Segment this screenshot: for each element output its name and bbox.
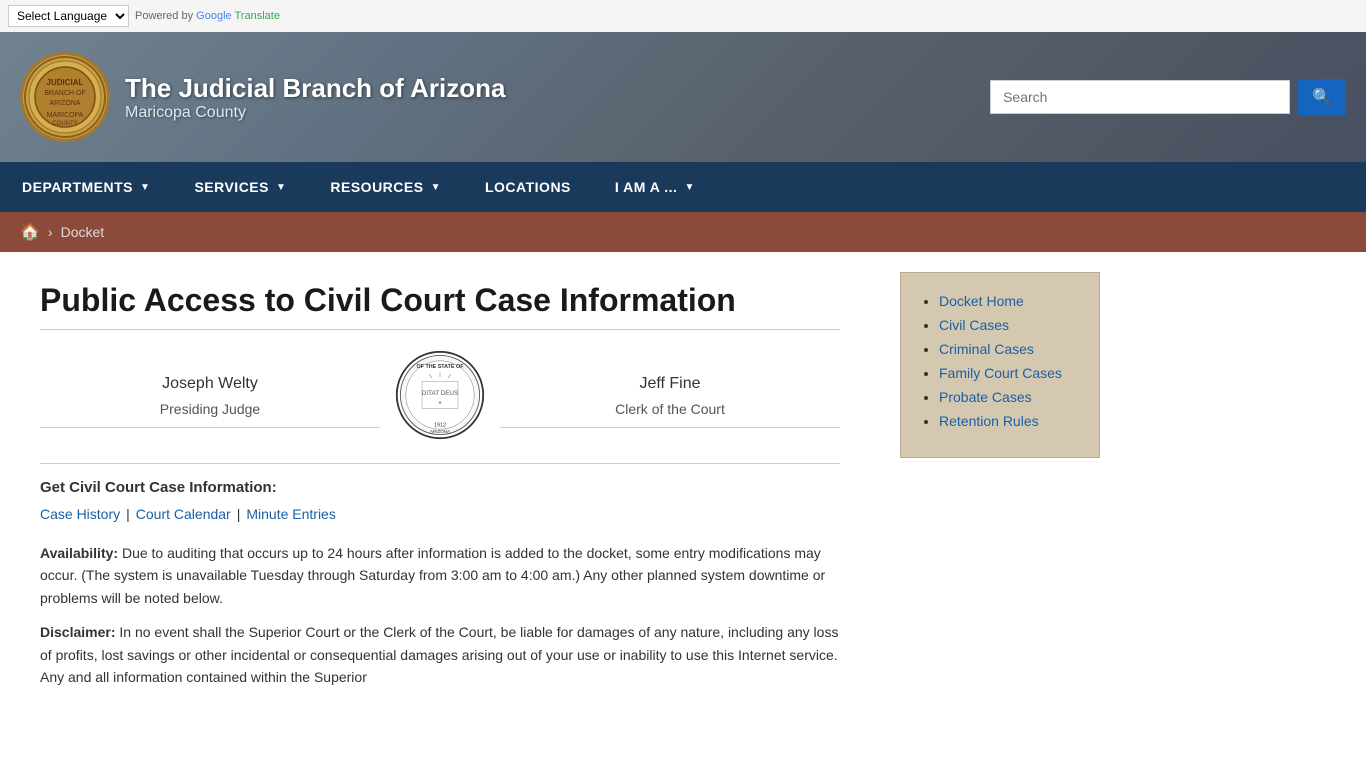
- site-header: JUDICIAL BRANCH OF ARIZONA MARICOPA COUN…: [0, 32, 1366, 162]
- svg-text:COUNTY: COUNTY: [52, 121, 77, 127]
- powered-by-label: Powered by Google Translate: [135, 10, 280, 22]
- presiding-judge-title: Presiding Judge: [50, 401, 370, 417]
- clerk-name: Jeff Fine: [510, 375, 830, 393]
- breadcrumb: 🏠 › Docket: [0, 212, 1366, 252]
- sidebar: Docket Home Civil Cases Criminal Cases F…: [880, 252, 1120, 752]
- chevron-down-icon: ▼: [276, 182, 286, 193]
- disclaimer-paragraph: Disclaimer: In no event shall the Superi…: [40, 621, 840, 688]
- svg-text:MARICOPA: MARICOPA: [47, 112, 84, 119]
- chevron-down-icon: ▼: [431, 182, 441, 193]
- sidebar-nav-list: Docket Home Civil Cases Criminal Cases F…: [921, 293, 1079, 429]
- svg-text:JUDICIAL: JUDICIAL: [47, 78, 84, 87]
- svg-text:BRANCH OF: BRANCH OF: [44, 90, 85, 97]
- nav-services[interactable]: SERVICES ▼: [172, 162, 308, 212]
- disclaimer-text: In no event shall the Superior Court or …: [40, 624, 838, 685]
- svg-text:OF THE STATE OF: OF THE STATE OF: [417, 364, 465, 370]
- list-item: Civil Cases: [939, 317, 1079, 333]
- get-info-section: Get Civil Court Case Information: Case H…: [40, 463, 840, 522]
- get-info-label: Get Civil Court Case Information:: [40, 479, 840, 496]
- top-bar: Select Language Powered by Google Transl…: [0, 0, 1366, 32]
- header-search: 🔍: [990, 79, 1346, 115]
- language-select[interactable]: Select Language: [8, 5, 129, 27]
- case-history-link[interactable]: Case History: [40, 506, 120, 522]
- sidebar-criminal-cases[interactable]: Criminal Cases: [939, 341, 1034, 357]
- presiding-judge-name: Joseph Welty: [50, 375, 370, 393]
- link-separator-1: |: [126, 506, 130, 522]
- list-item: Probate Cases: [939, 389, 1079, 405]
- svg-text:DITAT DEUS: DITAT DEUS: [422, 390, 458, 397]
- site-title: The Judicial Branch of Arizona: [125, 73, 505, 104]
- minute-entries-link[interactable]: Minute Entries: [246, 506, 335, 522]
- chevron-down-icon: ▼: [140, 182, 150, 193]
- sidebar-family-court-cases[interactable]: Family Court Cases: [939, 365, 1062, 381]
- main-nav: DEPARTMENTS ▼ SERVICES ▼ RESOURCES ▼ LOC…: [0, 162, 1366, 212]
- svg-text:1912: 1912: [434, 423, 446, 429]
- site-subtitle: Maricopa County: [125, 104, 505, 122]
- list-item: Criminal Cases: [939, 341, 1079, 357]
- sidebar-civil-cases[interactable]: Civil Cases: [939, 317, 1009, 333]
- nav-resources[interactable]: RESOURCES ▼: [308, 162, 463, 212]
- clerk-block: Jeff Fine Clerk of the Court: [500, 365, 840, 428]
- presiding-judge-block: Joseph Welty Presiding Judge: [40, 365, 380, 428]
- breadcrumb-separator: ›: [48, 224, 53, 240]
- disclaimer-heading: Disclaimer:: [40, 624, 115, 640]
- breadcrumb-current: Docket: [61, 224, 105, 240]
- svg-text:ARIZONA: ARIZONA: [430, 429, 450, 434]
- search-icon: 🔍: [1312, 89, 1332, 106]
- nav-locations[interactable]: LOCATIONS: [463, 162, 593, 212]
- link-separator-2: |: [237, 506, 241, 522]
- court-calendar-link[interactable]: Court Calendar: [136, 506, 231, 522]
- list-item: Family Court Cases: [939, 365, 1079, 381]
- availability-text: Due to auditing that occurs up to 24 hou…: [40, 545, 825, 606]
- availability-heading: Availability:: [40, 545, 118, 561]
- header-title-block: The Judicial Branch of Arizona Maricopa …: [125, 73, 505, 122]
- state-seal-block: OF THE STATE OF 1912 ARIZONA DITAT DEUS …: [380, 350, 500, 443]
- nav-departments[interactable]: DEPARTMENTS ▼: [0, 162, 172, 212]
- site-logo: JUDICIAL BRANCH OF ARIZONA MARICOPA COUN…: [20, 52, 110, 142]
- availability-paragraph: Availability: Due to auditing that occur…: [40, 542, 840, 609]
- nav-i-am-a[interactable]: I AM A ... ▼: [593, 162, 717, 212]
- chevron-down-icon: ▼: [684, 182, 694, 193]
- sidebar-docket-home[interactable]: Docket Home: [939, 293, 1024, 309]
- judge-section: Joseph Welty Presiding Judge OF THE STAT…: [40, 350, 840, 443]
- search-button[interactable]: 🔍: [1298, 79, 1346, 115]
- main-content: Public Access to Civil Court Case Inform…: [0, 252, 880, 752]
- home-icon[interactable]: 🏠: [20, 222, 40, 242]
- sidebar-retention-rules[interactable]: Retention Rules: [939, 413, 1039, 429]
- page-title: Public Access to Civil Court Case Inform…: [40, 282, 840, 330]
- arizona-state-seal: OF THE STATE OF 1912 ARIZONA DITAT DEUS …: [395, 350, 485, 440]
- case-links-bar: Case History | Court Calendar | Minute E…: [40, 506, 840, 522]
- content-wrapper: Public Access to Civil Court Case Inform…: [0, 252, 1366, 752]
- sidebar-probate-cases[interactable]: Probate Cases: [939, 389, 1032, 405]
- clerk-title: Clerk of the Court: [510, 401, 830, 417]
- sidebar-box: Docket Home Civil Cases Criminal Cases F…: [900, 272, 1100, 458]
- list-item: Retention Rules: [939, 413, 1079, 429]
- search-input[interactable]: [990, 80, 1290, 114]
- svg-text:ARIZONA: ARIZONA: [49, 100, 80, 107]
- list-item: Docket Home: [939, 293, 1079, 309]
- header-left: JUDICIAL BRANCH OF ARIZONA MARICOPA COUN…: [20, 52, 505, 142]
